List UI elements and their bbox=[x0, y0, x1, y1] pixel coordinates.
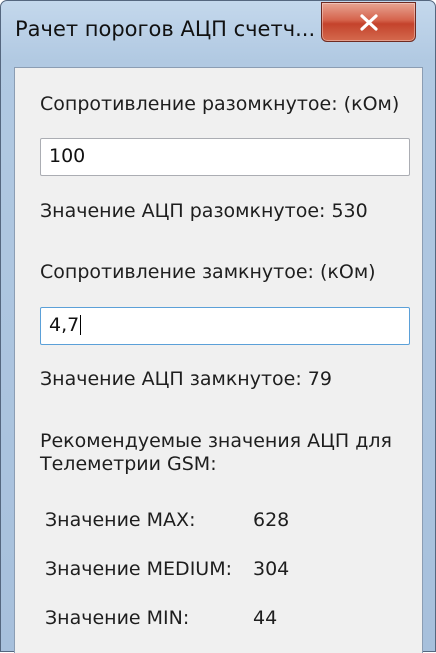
open-resistance-input[interactable]: 100 bbox=[40, 138, 410, 176]
dialog-content: Сопротивление разомкнутое: (кОм) 100 Зна… bbox=[14, 67, 423, 653]
medium-value: 304 bbox=[253, 558, 290, 580]
window-title: Рачет порогов АЦП счетч... bbox=[15, 17, 316, 41]
recommended-heading-line1: Рекомендуемые значения АЦП для bbox=[40, 430, 392, 452]
closed-resistance-label: Сопротивление замкнутое: (кОм) bbox=[40, 261, 376, 283]
close-icon bbox=[360, 14, 378, 31]
recommended-heading-line2: Телеметрии GSM: bbox=[40, 453, 217, 475]
min-label: Значение MIN: bbox=[45, 607, 190, 629]
closed-adc-value-text: Значение АЦП замкнутое: 79 bbox=[40, 368, 332, 390]
close-button[interactable] bbox=[321, 2, 416, 42]
medium-label: Значение MEDIUM: bbox=[45, 558, 232, 580]
title-bar[interactable]: Рачет порогов АЦП счетч... bbox=[1, 1, 435, 67]
closed-resistance-input[interactable]: 4,7 bbox=[40, 307, 410, 345]
open-adc-value-text: Значение АЦП разомкнутое: 530 bbox=[40, 200, 368, 222]
open-resistance-value: 100 bbox=[49, 145, 86, 167]
text-caret bbox=[80, 315, 82, 335]
dialog-window: Рачет порогов АЦП счетч... Сопротивление… bbox=[0, 0, 436, 653]
max-label: Значение MAX: bbox=[45, 509, 196, 531]
max-value: 628 bbox=[253, 509, 290, 531]
min-value: 44 bbox=[253, 607, 278, 629]
closed-resistance-value: 4,7 bbox=[49, 314, 80, 336]
open-resistance-label: Сопротивление разомкнутое: (кОм) bbox=[40, 93, 400, 115]
